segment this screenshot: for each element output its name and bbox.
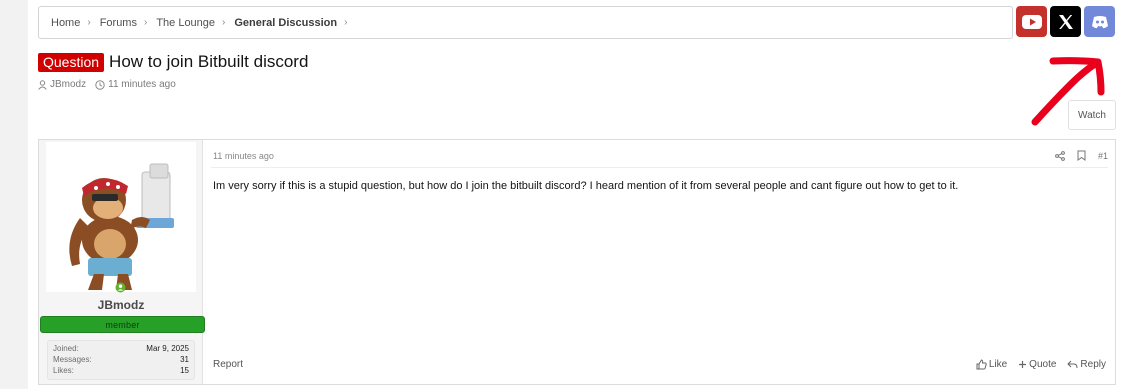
- user-stats: Joined: Mar 9, 2025 Messages: 31 Likes: 15: [47, 340, 195, 380]
- discord-icon: [1091, 15, 1108, 28]
- breadcrumb: Home › Forums › The Lounge › General Discus…: [38, 6, 1013, 39]
- thread-meta: JBmodz 11 minutes ago: [38, 79, 185, 90]
- watch-button[interactable]: Watch: [1068, 100, 1116, 130]
- youtube-button[interactable]: [1016, 6, 1047, 37]
- discord-button[interactable]: [1084, 6, 1115, 37]
- thread-time[interactable]: 11 minutes ago: [95, 79, 176, 90]
- share-button[interactable]: [1055, 150, 1065, 161]
- breadcrumb-item-forums[interactable]: Forums ›: [100, 17, 157, 29]
- stat-row-joined: Joined: Mar 9, 2025: [53, 344, 189, 353]
- post: JBmodz member Joined: Mar 9, 2025 Message…: [38, 139, 1116, 385]
- thread-author[interactable]: JBmodz: [38, 79, 86, 90]
- user-role-banner: member: [40, 316, 205, 333]
- online-status-icon: [115, 282, 126, 293]
- post-user-column: JBmodz member Joined: Mar 9, 2025 Message…: [39, 140, 205, 384]
- page: Home › Forums › The Lounge › General Discus…: [28, 0, 1125, 389]
- post-tools: #1: [1043, 150, 1108, 161]
- stat-row-likes: Likes: 15: [53, 366, 189, 375]
- thread-prefix-badge[interactable]: Question: [38, 52, 105, 72]
- user-icon: [38, 79, 47, 90]
- reply-icon: [1067, 360, 1078, 368]
- post-main-column: 11 minutes ago #1 Im very sorry if this …: [203, 140, 1116, 384]
- post-timestamp[interactable]: 11 minutes ago: [213, 151, 274, 161]
- report-link[interactable]: Report: [213, 359, 243, 370]
- x-button[interactable]: [1050, 6, 1081, 37]
- avatar-image: [69, 163, 174, 290]
- avatar[interactable]: [46, 142, 196, 292]
- bookmark-icon: [1077, 150, 1086, 161]
- reply-button[interactable]: Reply: [1067, 359, 1106, 370]
- clock-icon: [95, 79, 105, 90]
- chevron-right-icon: ›: [143, 17, 148, 28]
- plus-icon: [1019, 361, 1027, 368]
- stat-row-messages: Messages: 31: [53, 355, 189, 364]
- post-actions: Like Quote Reply: [965, 359, 1106, 370]
- youtube-icon: [1021, 14, 1042, 29]
- thread-title: How to join Bitbuilt discord: [109, 52, 309, 71]
- thumbs-up-icon: [976, 359, 987, 370]
- x-icon: [1058, 14, 1073, 29]
- chevron-right-icon: ›: [344, 17, 348, 28]
- breadcrumb-item-the-lounge[interactable]: The Lounge ›: [156, 17, 234, 29]
- breadcrumb-item-home[interactable]: Home ›: [51, 17, 100, 29]
- share-icon: [1055, 150, 1065, 161]
- thread-title-row: Question How to join Bitbuilt discord: [38, 52, 308, 72]
- chevron-right-icon: ›: [87, 17, 91, 28]
- bookmark-button[interactable]: [1077, 150, 1086, 161]
- post-number[interactable]: #1: [1098, 151, 1108, 161]
- post-body: Im very sorry if this is a stupid questi…: [213, 180, 959, 192]
- quote-button[interactable]: Quote: [1018, 359, 1056, 370]
- breadcrumb-item-general-discussion[interactable]: General Discussion ›: [234, 17, 356, 29]
- chevron-right-icon: ›: [222, 17, 226, 28]
- post-header-divider: [211, 167, 1108, 168]
- post-username[interactable]: JBmodz: [39, 298, 203, 312]
- like-button[interactable]: Like: [976, 359, 1007, 370]
